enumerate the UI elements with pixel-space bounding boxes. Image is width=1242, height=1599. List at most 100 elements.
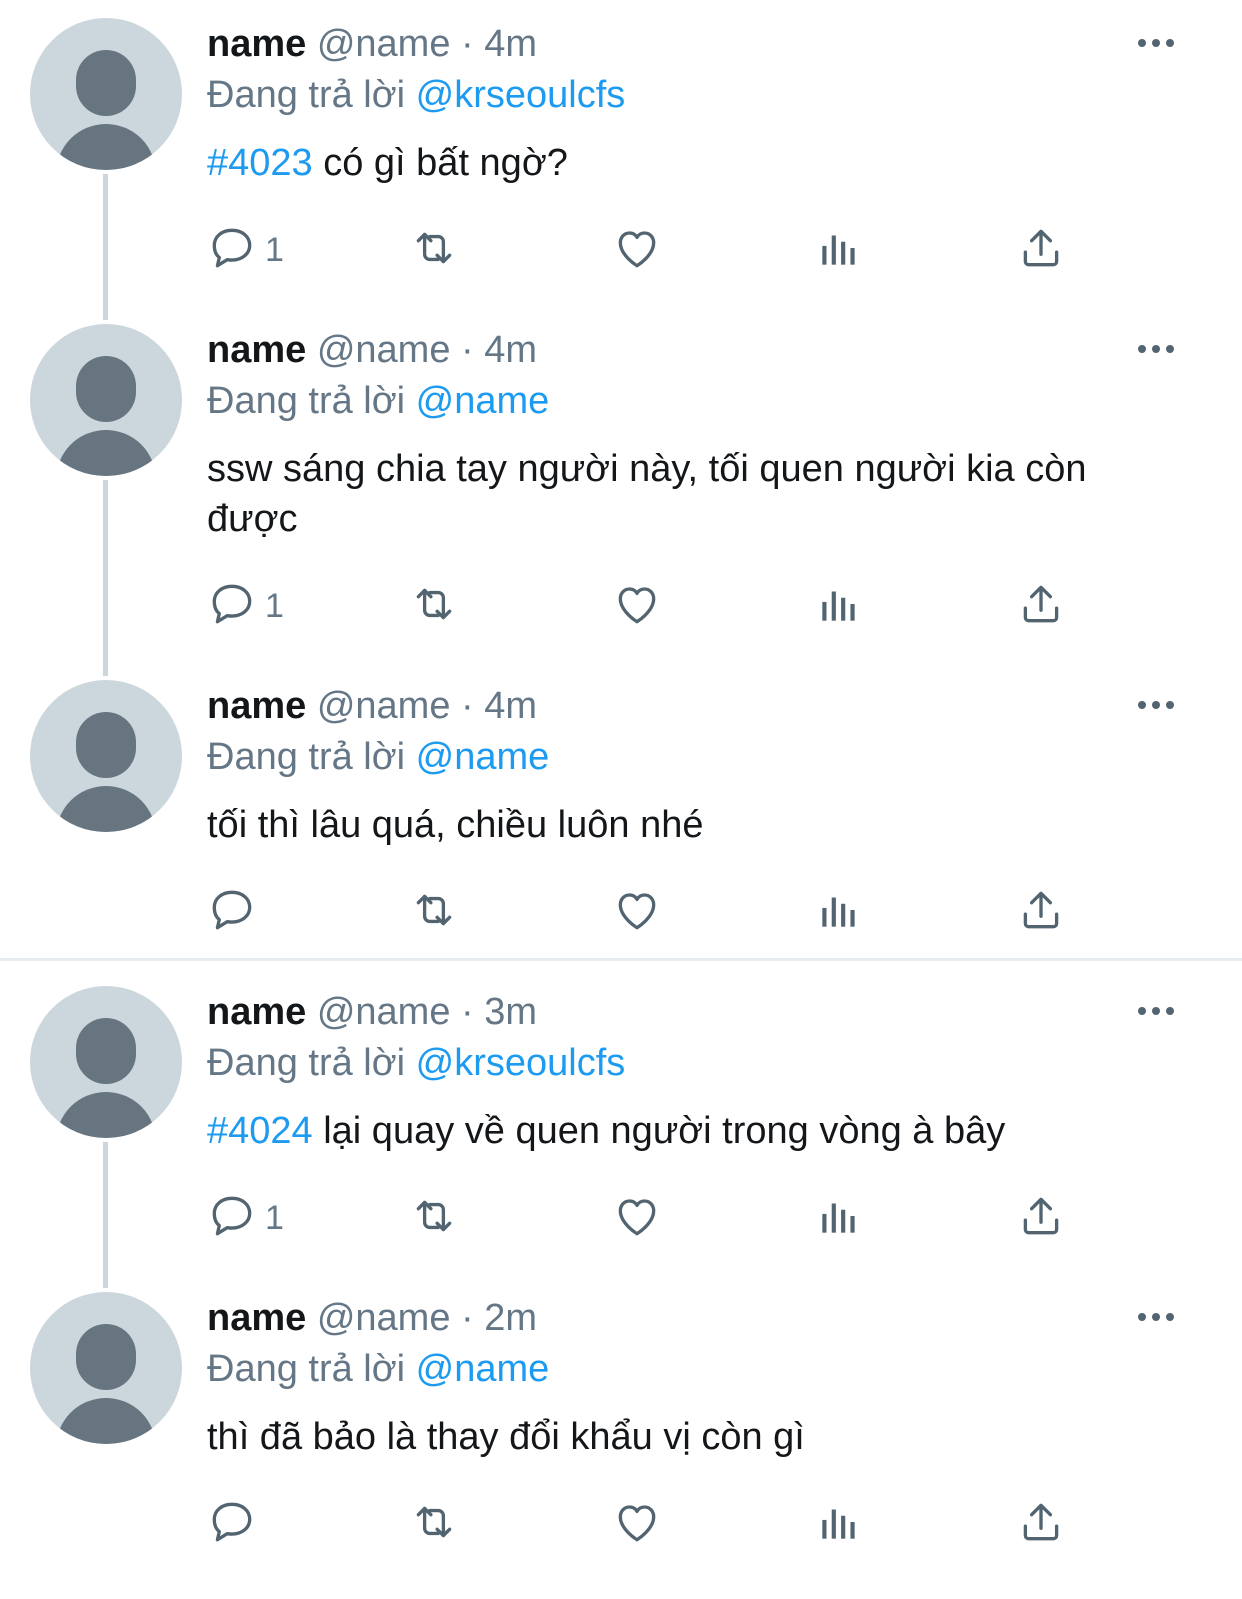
heart-icon — [612, 579, 662, 634]
share-button[interactable] — [1016, 578, 1066, 634]
tweet-header: name @name · 4m — [207, 22, 537, 66]
more-icon[interactable] — [1138, 1310, 1174, 1324]
timestamp[interactable]: 4m — [484, 685, 537, 727]
user-handle[interactable]: @name — [317, 1297, 451, 1339]
timestamp[interactable]: 4m — [484, 329, 537, 371]
views-button[interactable] — [814, 1496, 864, 1552]
retweet-icon — [409, 1497, 459, 1552]
views-button[interactable] — [814, 222, 864, 278]
tweet[interactable]: name @name · 4m Đang trả lời @name tối t… — [0, 662, 1242, 958]
tweet[interactable]: name @name · 2m Đang trả lời @name thì đ… — [0, 1274, 1242, 1599]
reply-count: 1 — [265, 1198, 284, 1237]
heart-icon — [612, 1497, 662, 1552]
mention-link[interactable]: @name — [416, 736, 550, 778]
retweet-icon — [409, 579, 459, 634]
retweet-button[interactable] — [409, 884, 459, 940]
user-handle[interactable]: @name — [317, 685, 451, 727]
retweet-button[interactable] — [409, 1496, 459, 1552]
views-button[interactable] — [814, 1190, 864, 1246]
separator: · — [461, 1297, 474, 1339]
retweet-icon — [409, 223, 459, 278]
user-handle[interactable]: @name — [317, 23, 451, 65]
reply-button[interactable] — [207, 1496, 265, 1552]
tweet[interactable]: name @name · 4m Đang trả lời @name ssw s… — [0, 306, 1242, 676]
reply-icon — [207, 579, 257, 634]
mention-link[interactable]: @krseoulcfs — [416, 1042, 626, 1084]
retweet-icon — [409, 885, 459, 940]
views-icon — [814, 579, 864, 634]
user-handle[interactable]: @name — [317, 329, 451, 371]
hashtag-link[interactable]: #4023 — [207, 142, 313, 184]
like-button[interactable] — [612, 1496, 662, 1552]
tweet-body: có gì bất ngờ? — [312, 142, 568, 184]
share-icon — [1016, 223, 1066, 278]
display-name[interactable]: name — [207, 329, 306, 371]
replying-to-label: Đang trả lời — [207, 380, 406, 422]
separator: · — [461, 685, 474, 727]
reply-button[interactable]: 1 — [207, 1190, 284, 1246]
display-name[interactable]: name — [207, 685, 306, 727]
tweet-header: name @name · 3m — [207, 990, 537, 1034]
more-icon[interactable] — [1138, 698, 1174, 712]
like-button[interactable] — [612, 1190, 662, 1246]
mention-link[interactable]: @name — [416, 380, 550, 422]
share-icon — [1016, 579, 1066, 634]
more-icon[interactable] — [1138, 342, 1174, 356]
heart-icon — [612, 885, 662, 940]
tweet-header: name @name · 4m — [207, 684, 537, 728]
retweet-button[interactable] — [409, 578, 459, 634]
reply-icon — [207, 1497, 257, 1552]
more-icon[interactable] — [1138, 1004, 1174, 1018]
reply-count: 1 — [265, 230, 284, 269]
reply-button[interactable]: 1 — [207, 222, 284, 278]
default-avatar-icon[interactable] — [30, 1292, 182, 1444]
reply-button[interactable] — [207, 884, 265, 940]
share-icon — [1016, 885, 1066, 940]
reply-icon — [207, 223, 257, 278]
like-button[interactable] — [612, 222, 662, 278]
default-avatar-icon[interactable] — [30, 680, 182, 832]
replying-to: Đang trả lời @name — [207, 379, 549, 423]
timestamp[interactable]: 2m — [484, 1297, 537, 1339]
tweet-body: ssw sáng chia tay người này, tối quen ng… — [207, 448, 1087, 540]
views-icon — [814, 1191, 864, 1246]
timestamp[interactable]: 4m — [484, 23, 537, 65]
share-button[interactable] — [1016, 222, 1066, 278]
heart-icon — [612, 223, 662, 278]
more-icon[interactable] — [1138, 36, 1174, 50]
tweet[interactable]: name @name · 4m Đang trả lời @krseoulcfs… — [0, 0, 1242, 320]
display-name[interactable]: name — [207, 1297, 306, 1339]
default-avatar-icon[interactable] — [30, 18, 182, 170]
replying-to: Đang trả lời @krseoulcfs — [207, 1041, 625, 1085]
heart-icon — [612, 1191, 662, 1246]
share-button[interactable] — [1016, 1496, 1066, 1552]
tweet[interactable]: name @name · 3m Đang trả lời @krseoulcfs… — [0, 968, 1242, 1288]
replying-to: Đang trả lời @name — [207, 735, 549, 779]
like-button[interactable] — [612, 884, 662, 940]
mention-link[interactable]: @krseoulcfs — [416, 74, 626, 116]
mention-link[interactable]: @name — [416, 1348, 550, 1390]
reply-button[interactable]: 1 — [207, 578, 284, 634]
display-name[interactable]: name — [207, 991, 306, 1033]
default-avatar-icon[interactable] — [30, 986, 182, 1138]
tweet-body: tối thì lâu quá, chiều luôn nhé — [207, 804, 704, 846]
share-button[interactable] — [1016, 884, 1066, 940]
views-button[interactable] — [814, 884, 864, 940]
display-name[interactable]: name — [207, 23, 306, 65]
user-handle[interactable]: @name — [317, 991, 451, 1033]
share-button[interactable] — [1016, 1190, 1066, 1246]
replying-to-label: Đang trả lời — [207, 736, 406, 778]
views-icon — [814, 223, 864, 278]
action-bar: 1 — [0, 578, 1242, 634]
views-icon — [814, 885, 864, 940]
tweet-text: ssw sáng chia tay người này, tối quen ng… — [207, 444, 1127, 544]
like-button[interactable] — [612, 578, 662, 634]
retweet-button[interactable] — [409, 222, 459, 278]
reply-count: 1 — [265, 586, 284, 625]
views-button[interactable] — [814, 578, 864, 634]
tweet-text: #4024 lại quay về quen người trong vòng … — [207, 1106, 1157, 1156]
timestamp[interactable]: 3m — [484, 991, 537, 1033]
hashtag-link[interactable]: #4024 — [207, 1110, 313, 1152]
default-avatar-icon[interactable] — [30, 324, 182, 476]
retweet-button[interactable] — [409, 1190, 459, 1246]
